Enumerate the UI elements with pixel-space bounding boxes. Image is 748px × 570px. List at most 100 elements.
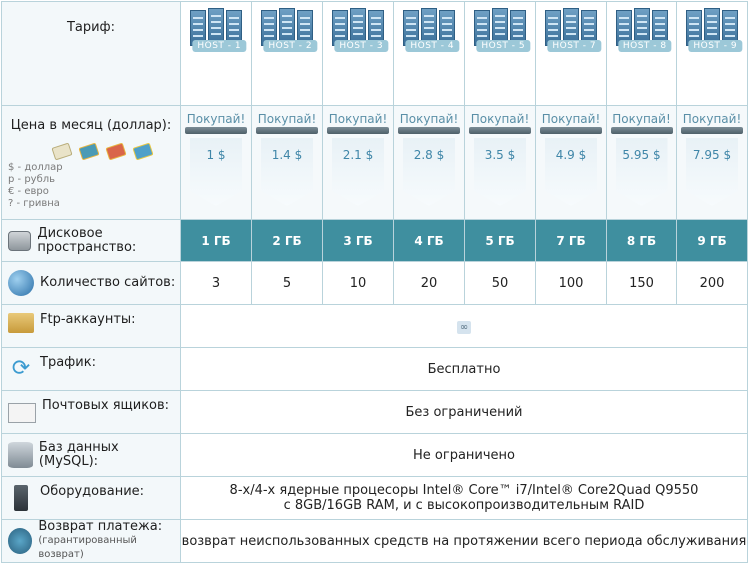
ftp-label: Ftp-аккаунты: xyxy=(40,312,136,327)
coin-ruble-icon[interactable] xyxy=(77,142,100,161)
buy-link[interactable]: Покупай! xyxy=(394,112,464,126)
refund-label: Возврат платежа: xyxy=(38,519,163,534)
legend-item: $ - доллар xyxy=(8,162,63,173)
price-cell: Покупай! 1.4 $ xyxy=(251,105,323,220)
currency-legend: $ - доллар р - рубль € - евро ? - гривна xyxy=(8,162,174,210)
sites-label-cell: Количество сайтов: xyxy=(1,261,181,305)
price-cell: Покупай! 5.95 $ xyxy=(606,105,677,220)
sites-value: 100 xyxy=(535,261,607,305)
host-label: HOST - 4 xyxy=(405,40,460,52)
host-cell[interactable]: HOST - 3 xyxy=(322,1,394,106)
traffic-row: ⟳ Трафик: Бесплатно xyxy=(1,347,748,391)
buy-link[interactable]: Покупай! xyxy=(181,112,251,126)
ftp-label-cell: Ftp-аккаунты: xyxy=(1,304,181,348)
buy-bar xyxy=(327,127,389,134)
sites-row: Количество сайтов: 3 5 10 20 50 100 150 … xyxy=(1,261,748,305)
tariff-label: Тариф: xyxy=(66,20,116,35)
buy-bar xyxy=(469,127,531,134)
host-cell[interactable]: HOST - 7 xyxy=(535,1,607,106)
disk-value: 3 ГБ xyxy=(322,219,394,262)
buy-link[interactable]: Покупай! xyxy=(607,112,676,126)
buy-link[interactable]: Покупай! xyxy=(252,112,322,126)
hardware-label-cell: Оборудование: xyxy=(1,476,181,520)
host-cell[interactable]: HOST - 2 xyxy=(251,1,323,106)
host-cell[interactable]: HOST - 9 xyxy=(676,1,748,106)
price-value: 7.95 $ xyxy=(692,148,732,162)
disk-label: Дисковое пространство: xyxy=(37,225,137,255)
refund-row: Возврат платежа: (гарантированный возвра… xyxy=(1,519,748,563)
disk-value: 2 ГБ xyxy=(251,219,323,262)
price-badge: 2.8 $ xyxy=(403,138,455,206)
legend-item: € - евро xyxy=(8,186,49,197)
traffic-label-cell: ⟳ Трафик: xyxy=(1,347,181,391)
sites-label: Количество сайтов: xyxy=(40,275,176,290)
hard-disk-icon xyxy=(8,230,32,251)
sites-value: 150 xyxy=(606,261,677,305)
legend-item: р - рубль xyxy=(8,174,56,185)
disk-value: 1 ГБ xyxy=(180,219,252,262)
mail-row: Почтовых ящиков: Без ограничений xyxy=(1,390,748,434)
price-cell: Покупай! 7.95 $ xyxy=(676,105,748,220)
buy-bar xyxy=(398,127,460,134)
price-cell: Покупай! 3.5 $ xyxy=(464,105,536,220)
sites-value: 50 xyxy=(464,261,536,305)
disk-value: 5 ГБ xyxy=(464,219,536,262)
host-label: HOST - 9 xyxy=(688,40,743,52)
folder-icon xyxy=(8,313,34,333)
price-cell: Покупай! 1 $ xyxy=(180,105,252,220)
price-value: 5.95 $ xyxy=(622,148,661,162)
price-badge: 7.95 $ xyxy=(686,138,738,206)
database-icon xyxy=(8,442,33,468)
price-badge: 1.4 $ xyxy=(261,138,313,206)
host-cell[interactable]: HOST - 5 xyxy=(464,1,536,106)
coin-euro-icon[interactable] xyxy=(104,142,127,161)
host-label: HOST - 3 xyxy=(334,40,389,52)
mail-label: Почтовых ящиков: xyxy=(42,398,170,413)
legend-item: ? - гривна xyxy=(8,198,60,209)
sites-value: 3 xyxy=(180,261,252,305)
price-cell: Покупай! 2.8 $ xyxy=(393,105,465,220)
guarantee-seal-icon xyxy=(8,528,33,554)
price-label-cell: Цена в месяц (доллар): $ - доллар р - ру… xyxy=(1,105,181,220)
disk-value: 4 ГБ xyxy=(393,219,465,262)
sites-value: 5 xyxy=(251,261,323,305)
disk-row: Дисковое пространство: 1 ГБ 2 ГБ 3 ГБ 4 … xyxy=(1,219,748,262)
traffic-label: Трафик: xyxy=(40,355,96,370)
hardware-label: Оборудование: xyxy=(40,484,145,499)
hardware-line-1: 8-х/4-х ядерные процесоры Intel® Core™ i… xyxy=(229,483,699,498)
ftp-row: Ftp-аккаунты: ∞ xyxy=(1,304,748,348)
db-row: Баз данных (MySQL): Не ограничено xyxy=(1,433,748,477)
mail-value: Без ограничений xyxy=(180,390,748,434)
buy-link[interactable]: Покупай! xyxy=(536,112,606,126)
ftp-value-cell: ∞ xyxy=(180,304,748,348)
refund-value: возврат неиспользованных средств на прот… xyxy=(180,519,748,563)
price-value: 3.5 $ xyxy=(484,148,516,162)
buy-link[interactable]: Покупай! xyxy=(323,112,393,126)
host-cell[interactable]: HOST - 8 xyxy=(606,1,677,106)
globe-icon xyxy=(8,270,34,296)
host-cell[interactable]: HOST - 1 xyxy=(180,1,252,106)
sites-value: 20 xyxy=(393,261,465,305)
price-cell: Покупай! 4.9 $ xyxy=(535,105,607,220)
infinity-icon: ∞ xyxy=(456,320,472,334)
buy-bar xyxy=(610,127,673,134)
buy-link[interactable]: Покупай! xyxy=(465,112,535,126)
price-row: Цена в месяц (доллар): $ - доллар р - ру… xyxy=(1,105,748,220)
sites-value: 200 xyxy=(676,261,748,305)
disk-value: 9 ГБ xyxy=(676,219,748,262)
host-label: HOST - 7 xyxy=(547,40,602,52)
price-value: 1 $ xyxy=(206,148,226,162)
disk-value: 7 ГБ xyxy=(535,219,607,262)
pricing-table: Тариф: HOST - 1 HOST - 2 HOST - 3 HOST -… xyxy=(1,1,748,563)
price-badge: 2.1 $ xyxy=(332,138,384,206)
hardware-row: Оборудование: 8-х/4-х ядерные процесоры … xyxy=(1,476,748,520)
coin-dollar-icon[interactable] xyxy=(50,142,73,161)
price-label: Цена в месяц (доллар): xyxy=(10,118,172,133)
coin-hryvnia-icon[interactable] xyxy=(131,142,154,161)
buy-link[interactable]: Покупай! xyxy=(677,112,747,126)
host-cell[interactable]: HOST - 4 xyxy=(393,1,465,106)
db-label-cell: Баз данных (MySQL): xyxy=(1,433,181,477)
hosting-plans-page: Тариф: HOST - 1 HOST - 2 HOST - 3 HOST -… xyxy=(0,0,748,570)
refund-label-cell: Возврат платежа: (гарантированный возвра… xyxy=(1,519,181,563)
host-label: HOST - 8 xyxy=(617,40,672,52)
